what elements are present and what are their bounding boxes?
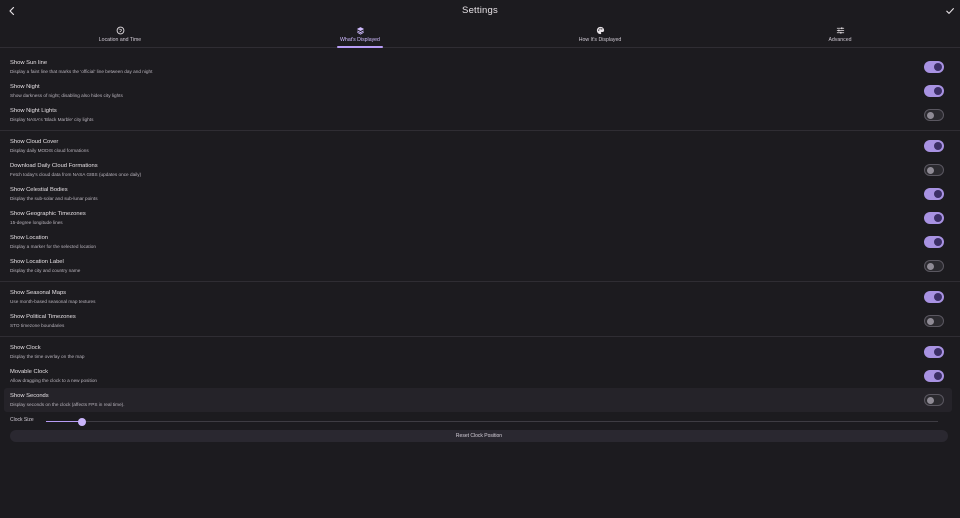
reset-button-label: Reset Clock Position [455,433,503,439]
setting-title: Show Clock [10,345,41,351]
toggle-knob [927,166,934,174]
setting-description: 15-degree longitude lines [10,219,63,225]
tab-label: Advanced [828,37,852,43]
toggle-knob [934,190,942,198]
toggle-knob [934,372,942,380]
setting-title: Show Political Timezones [10,314,76,320]
setting-description: Display a marker for the selected locati… [10,243,96,249]
clock-size-row: Clock Size [0,414,960,428]
sliders-icon [836,27,844,34]
setting-title: Show Geographic Timezones [10,211,86,217]
setting-row-show-location: Show Location Display a marker for the se… [0,230,960,254]
toggle-knob [934,293,942,301]
toggle-switch-show-night-lights[interactable] [924,109,944,121]
setting-row-show-seasonal-maps: Show Seasonal Maps Use month-based season… [0,285,960,309]
setting-description: Display the time overlay on the map [10,353,85,359]
setting-description: Show darkness of night; disabling also h… [10,92,123,98]
toggle-switch-show-geographic-timezones[interactable] [924,212,944,224]
setting-title: Show Location Label [10,259,64,265]
setting-description: Display seconds on the clock (affects FP… [10,401,125,407]
toggle-switch-show-cloud-cover[interactable] [924,140,944,152]
setting-title: Download Daily Cloud Formations [10,163,98,169]
setting-row-show-geographic-timezones: Show Geographic Timezones 15-degree longi… [0,206,960,230]
page-title: Settings [462,5,498,16]
toggle-switch-show-sun-line[interactable] [924,61,944,73]
reset-clock-position-button[interactable]: Reset Clock Position [10,430,948,442]
settings-list: Show Sun line Display a faint line that m… [0,55,960,444]
toggle-switch-movable-clock[interactable] [924,370,944,382]
top-bar: Settings [0,0,960,22]
tab-whats-displayed[interactable]: What's Displayed [240,24,480,47]
setting-title: Show Sun line [10,60,48,66]
setting-title: Movable Clock [10,369,49,375]
setting-description: Display the sub-solar and sub-lunar poin… [10,195,98,201]
done-button[interactable] [942,3,958,19]
setting-description: Display NASA's 'Black Marble' city light… [10,116,94,122]
setting-title: Show Seconds [10,393,49,399]
setting-row-show-night: Show Night Show darkness of night; disabl… [0,79,960,103]
setting-row-show-political-timezones: Show Political Timezones STO timezone bou… [0,309,960,333]
toggle-knob [927,396,934,404]
globe-icon [116,26,124,35]
clock-size-slider[interactable] [46,417,938,426]
toggle-knob [927,111,934,119]
setting-row-show-seconds: Show Seconds Display seconds on the clock… [4,388,952,412]
setting-row-show-clock: Show Clock Display the time overlay on th… [0,340,960,364]
setting-row-show-cloud-cover: Show Cloud Cover Display daily MODIS clou… [0,134,960,158]
toggle-knob [934,348,942,356]
tab-label: Location and Time [98,37,142,43]
setting-description: Display a faint line that marks the 'off… [10,68,153,74]
setting-row-show-location-label: Show Location Label Display the city and … [0,254,960,278]
section-divider [0,130,960,131]
toggle-switch-show-location-label[interactable] [924,260,944,272]
tab-bar: Location and Time What's Displayed How I… [0,24,960,48]
setting-title: Show Celestial Bodies [10,187,68,193]
setting-title: Show Cloud Cover [10,139,59,145]
setting-title: Show Location [10,235,49,241]
setting-description: Allow dragging the clock to a new positi… [10,377,98,383]
toggle-switch-show-celestial-bodies[interactable] [924,188,944,200]
setting-row-show-celestial-bodies: Show Celestial Bodies Display the sub-sol… [0,182,960,206]
toggle-switch-show-clock[interactable] [924,346,944,358]
slider-fill [46,420,82,422]
toggle-switch-show-night[interactable] [924,85,944,97]
setting-description: STO timezone boundaries [10,322,65,328]
toggle-switch-show-seconds[interactable] [924,394,944,406]
tab-advanced[interactable]: Advanced [720,24,960,47]
setting-title: Show Seasonal Maps [10,290,67,296]
clock-size-label: Clock Size [10,417,34,423]
tab-how-its-displayed[interactable]: How It's Displayed [480,24,720,47]
tab-label: What's Displayed [340,37,380,43]
section-divider [0,281,960,282]
setting-description: Display daily MODIS cloud formations [10,147,89,153]
toggle-knob [934,87,942,95]
tab-label: How It's Displayed [578,37,622,43]
setting-title: Show Night Lights [10,108,57,114]
setting-description: Use month-based seasonal map textures [10,298,96,304]
palette-icon [596,26,604,35]
setting-row-download-daily-cloud-formations: Download Daily Cloud Formations Fetch tod… [0,158,960,182]
tab-location-and-time[interactable]: Location and Time [0,24,240,47]
layers-icon [356,27,364,35]
toggle-knob [934,142,942,150]
setting-title: Show Night [10,84,40,90]
toggle-knob [927,317,934,325]
toggle-switch-show-seasonal-maps[interactable] [924,291,944,303]
check-icon [946,8,954,14]
toggle-switch-show-political-timezones[interactable] [924,315,944,327]
setting-row-show-night-lights: Show Night Lights Display NASA's 'Black M… [0,103,960,127]
setting-row-show-sun-line: Show Sun line Display a faint line that m… [0,55,960,79]
toggle-switch-download-daily-cloud-formations[interactable] [924,164,944,176]
toggle-knob [927,262,934,270]
section-divider [0,336,960,337]
toggle-knob [934,238,942,246]
reset-button-container: Reset Clock Position [0,428,960,444]
slider-thumb[interactable] [77,417,86,426]
toggle-knob [934,214,942,222]
setting-row-movable-clock: Movable Clock Allow dragging the clock to… [0,364,960,388]
toggle-switch-show-location[interactable] [924,236,944,248]
toggle-knob [934,63,942,71]
setting-description: Display the city and country name [10,267,81,273]
setting-description: Fetch today's cloud data from NASA GIBS … [10,171,142,177]
